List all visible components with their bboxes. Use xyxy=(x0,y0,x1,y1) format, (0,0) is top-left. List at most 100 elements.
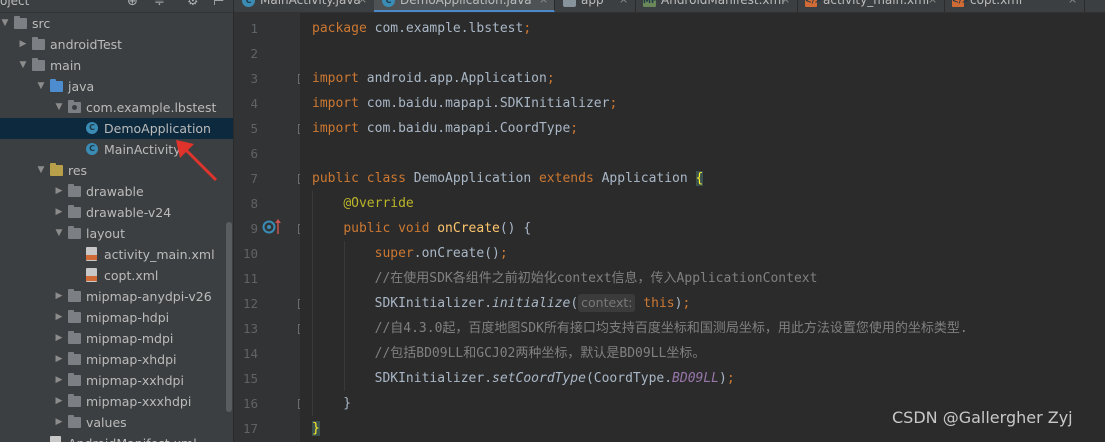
tree-item[interactable]: ▶ mipmap-xxxhdpi xyxy=(0,391,233,412)
folder-icon xyxy=(68,310,81,323)
close-tab-icon[interactable]: × xyxy=(928,0,937,6)
project-scrollbar[interactable] xyxy=(226,222,232,412)
tree-item[interactable]: ▶ mipmap-hdpi xyxy=(0,307,233,328)
editor-tab-label: DemoApplication.java xyxy=(400,0,532,7)
collapse-icon[interactable]: ≑ xyxy=(154,0,165,9)
editor-tab[interactable]: C MainActivity.java× xyxy=(234,0,375,12)
collapse-arrow-icon[interactable]: ▶ xyxy=(54,307,64,328)
code-line[interactable]: SDKInitializer.setCoordType(CoordType.BD… xyxy=(312,366,735,391)
code-line[interactable]: super.onCreate(); xyxy=(312,241,508,266)
code-line[interactable]: import android.app.Application; xyxy=(312,66,555,91)
tree-item[interactable]: ▶ mipmap-xhdpi xyxy=(0,349,233,370)
code-editor[interactable]: package com.example.lbstest; import andro… xyxy=(300,13,1105,442)
line-number: 15 xyxy=(242,371,258,386)
folder-icon xyxy=(68,415,81,428)
code-token: com.baidu.mapapi.CoordType xyxy=(366,121,571,136)
expand-arrow-icon[interactable]: ▼ xyxy=(18,55,28,76)
code-token: com.baidu.mapapi.SDKInitializer xyxy=(366,96,610,111)
folder-icon xyxy=(68,394,81,407)
collapse-arrow-icon[interactable]: ▶ xyxy=(18,34,28,55)
code-token: () { xyxy=(499,221,532,236)
code-line[interactable]: import com.baidu.mapapi.CoordType; xyxy=(312,116,578,141)
collapse-arrow-icon[interactable]: ▶ xyxy=(54,202,64,223)
expand-arrow-icon[interactable]: ▼ xyxy=(36,160,46,181)
folder-icon xyxy=(68,352,81,365)
code-token: ; xyxy=(609,96,618,111)
code-line[interactable]: //自4.3.0起，百度地图SDK所有接口均支持百度坐标和国测局坐标，用此方法设… xyxy=(312,316,968,341)
tree-item[interactable]: ▼ layout xyxy=(0,223,233,244)
collapse-arrow-icon[interactable]: ▶ xyxy=(54,328,64,349)
code-line[interactable]: @Override xyxy=(312,191,413,216)
editor-tab-label: copt.xml xyxy=(970,0,1023,7)
tree-item[interactable]: ▼ java xyxy=(0,76,233,97)
tree-item[interactable]: ▶ mipmap-mdpi xyxy=(0,328,233,349)
code-token: com.example.lbstest xyxy=(374,21,524,36)
close-tab-icon[interactable]: × xyxy=(358,0,367,6)
tree-item[interactable]: ▶ androidTest xyxy=(0,34,233,55)
collapse-arrow-icon[interactable]: ▶ xyxy=(54,391,64,412)
collapse-arrow-icon[interactable]: ▶ xyxy=(54,370,64,391)
editor-tab[interactable]: </>copt.xml × xyxy=(944,0,1085,12)
res-folder-icon xyxy=(50,163,63,176)
project-panel-title[interactable]: oject xyxy=(0,0,29,8)
tree-item[interactable]: ▶ drawable xyxy=(0,181,233,202)
close-tab-icon[interactable]: × xyxy=(619,0,628,6)
code-line[interactable]: } xyxy=(312,416,320,441)
tree-item[interactable]: ▶ drawable-v24 xyxy=(0,202,233,223)
add-icon[interactable]: ⊕ xyxy=(127,0,138,9)
code-token: public class xyxy=(312,171,414,186)
parameter-hint: context: xyxy=(578,294,636,312)
editor-tab[interactable]: MF AndroidManifest.xml× xyxy=(635,0,798,12)
close-tab-icon[interactable]: × xyxy=(539,0,548,6)
tree-item[interactable]: activity_main.xml xyxy=(0,244,233,265)
editor-tab[interactable]: </>activity_main.xml× xyxy=(797,0,945,12)
code-line[interactable]: package com.example.lbstest; xyxy=(312,16,531,41)
code-line[interactable]: public class DemoApplication extends App… xyxy=(312,166,704,191)
close-tab-icon[interactable]: × xyxy=(781,0,790,6)
close-tab-icon[interactable]: × xyxy=(1068,0,1077,6)
code-line[interactable]: SDKInitializer.initialize(context: this)… xyxy=(312,291,690,316)
collapse-arrow-icon[interactable]: ▶ xyxy=(54,412,64,433)
code-line[interactable]: //包括BD09LL和GCJ02两种坐标，默认是BD09LL坐标。 xyxy=(312,341,706,366)
tree-item[interactable]: ▶ mipmap-xxhdpi xyxy=(0,370,233,391)
expand-arrow-icon[interactable]: ▼ xyxy=(36,76,46,97)
expand-arrow-icon[interactable]: ▼ xyxy=(54,97,64,118)
tree-item[interactable]: ▼ com.example.lbstest xyxy=(0,97,233,118)
tree-item[interactable]: ▶ values xyxy=(0,412,233,433)
code-line[interactable]: //在使用SDK各组件之前初始化context信息，传入ApplicationC… xyxy=(312,266,818,291)
package-icon xyxy=(68,100,81,113)
editor-tab[interactable]: app × xyxy=(555,0,636,12)
tree-item-label: java xyxy=(68,79,95,94)
class-icon: C xyxy=(86,143,98,155)
expand-arrow-icon[interactable]: ▼ xyxy=(54,223,64,244)
editor-tab-bar: CMainActivity.java×CDemoApplication.java… xyxy=(234,0,1105,13)
tree-item[interactable]: ▶ mipmap-anydpi-v26 xyxy=(0,286,233,307)
tree-item[interactable]: copt.xml xyxy=(0,265,233,286)
code-token: } xyxy=(312,421,320,436)
editor-tab[interactable]: C DemoApplication.java × xyxy=(374,0,555,12)
tree-item-label: layout xyxy=(86,226,126,241)
tree-item[interactable]: AndroidManifest.xml xyxy=(0,433,233,442)
expand-arrow-icon[interactable]: ▼ xyxy=(0,13,10,34)
tree-item[interactable]: ▼ src xyxy=(0,13,233,34)
tree-item-label: com.example.lbstest xyxy=(86,100,217,115)
override-method-icon[interactable] xyxy=(262,218,284,236)
class-icon: C xyxy=(86,122,98,134)
code-line[interactable]: import com.baidu.mapapi.SDKInitializer; xyxy=(312,91,617,116)
tree-item-label: mipmap-anydpi-v26 xyxy=(86,289,212,304)
collapse-arrow-icon[interactable]: ▶ xyxy=(54,286,64,307)
line-number: 11 xyxy=(242,271,258,286)
tree-item[interactable]: ▼ main xyxy=(0,55,233,76)
line-number: 16 xyxy=(242,396,258,411)
code-line[interactable]: public void onCreate() { xyxy=(312,216,531,241)
collapse-arrow-icon[interactable]: ▶ xyxy=(54,181,64,202)
line-number: 1 xyxy=(250,21,258,36)
collapse-arrow-icon[interactable]: ▶ xyxy=(54,349,64,370)
hide-icon[interactable]: ⊢ xyxy=(213,0,224,9)
gear-icon[interactable]: ⚙ xyxy=(187,0,199,9)
code-line[interactable]: } xyxy=(312,391,351,416)
code-token: initialize xyxy=(492,296,571,311)
code-token: (CoordType. xyxy=(585,371,673,386)
project-toolbar: oject ⊕ ≑ ⚙ ⊢ xyxy=(0,0,233,13)
